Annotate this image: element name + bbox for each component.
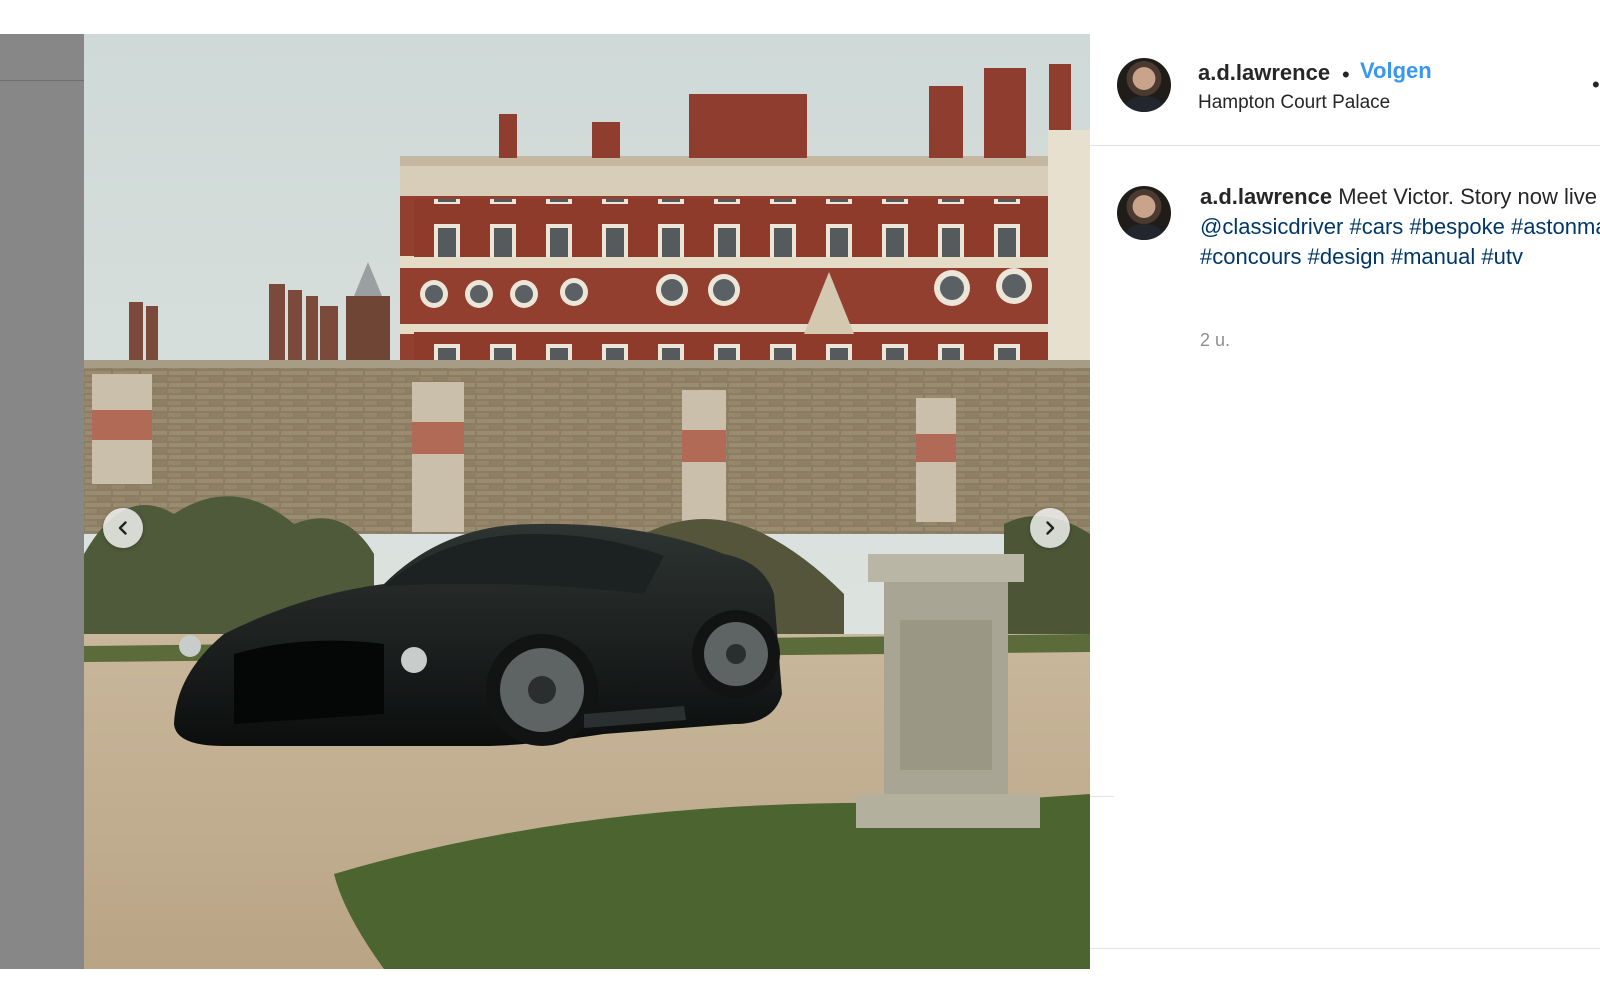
author-username[interactable]: a.d.lawrence (1198, 60, 1330, 86)
hashtag-link[interactable]: #design (1308, 244, 1385, 269)
more-options-icon[interactable]: • (1592, 72, 1600, 98)
post-timestamp[interactable]: 2 u. (1200, 330, 1230, 351)
hashtag-link[interactable]: #cars (1349, 214, 1403, 239)
separator-dot: • (1342, 62, 1350, 87)
mention-link[interactable]: @classicdriver (1200, 214, 1343, 239)
post-details-panel: a.d.lawrence • Volgen Hampton Court Pala… (1090, 34, 1600, 969)
post-header: a.d.lawrence • Volgen Hampton Court Pala… (1090, 34, 1600, 146)
author-avatar[interactable] (1117, 58, 1171, 112)
location-link[interactable]: Hampton Court Palace (1198, 92, 1390, 114)
instagram-post-view: a.d.lawrence • Volgen Hampton Court Pala… (0, 0, 1600, 1000)
hashtag-link[interactable]: #astonmartin (1511, 214, 1600, 239)
hashtag-link[interactable]: #utv (1481, 244, 1523, 269)
strip-seam (0, 80, 84, 81)
caption-username[interactable]: a.d.lawrence (1200, 184, 1332, 209)
post-caption: a.d.lawrence Meet Victor. Story now live… (1200, 182, 1600, 272)
carousel-prev-button[interactable] (103, 508, 143, 548)
previous-post-edge (0, 34, 84, 969)
chevron-left-icon (118, 521, 127, 535)
hashtag-link[interactable]: #concours (1200, 244, 1302, 269)
post-photo[interactable] (84, 34, 1090, 969)
photo-illustration (84, 34, 1090, 969)
divider (1090, 948, 1600, 949)
caption-text: Meet Victor. Story now live on (1338, 184, 1600, 209)
chevron-right-icon (1046, 521, 1055, 535)
divider (1090, 796, 1114, 797)
hashtag-link[interactable]: #manual (1391, 244, 1475, 269)
follow-button[interactable]: Volgen (1360, 58, 1432, 84)
hashtag-link[interactable]: #bespoke (1409, 214, 1504, 239)
caption-avatar[interactable] (1117, 186, 1171, 240)
carousel-next-button[interactable] (1030, 508, 1070, 548)
